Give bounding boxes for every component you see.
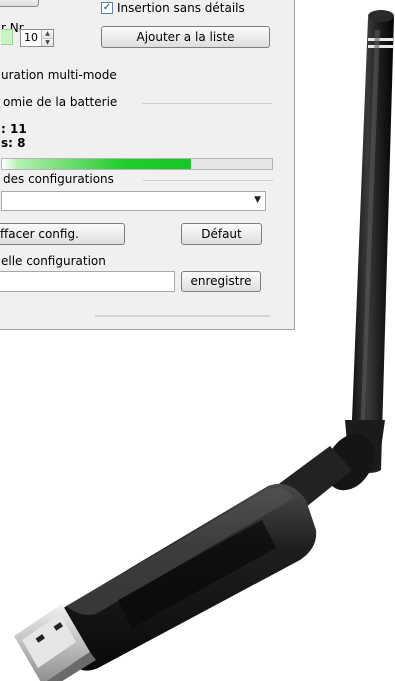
antenna-tip (368, 10, 394, 22)
antenna-band-1 (368, 38, 393, 41)
usb-antenna-stick-image (14, 10, 394, 681)
antenna-band-2 (368, 45, 393, 48)
antenna-mast (350, 12, 394, 473)
